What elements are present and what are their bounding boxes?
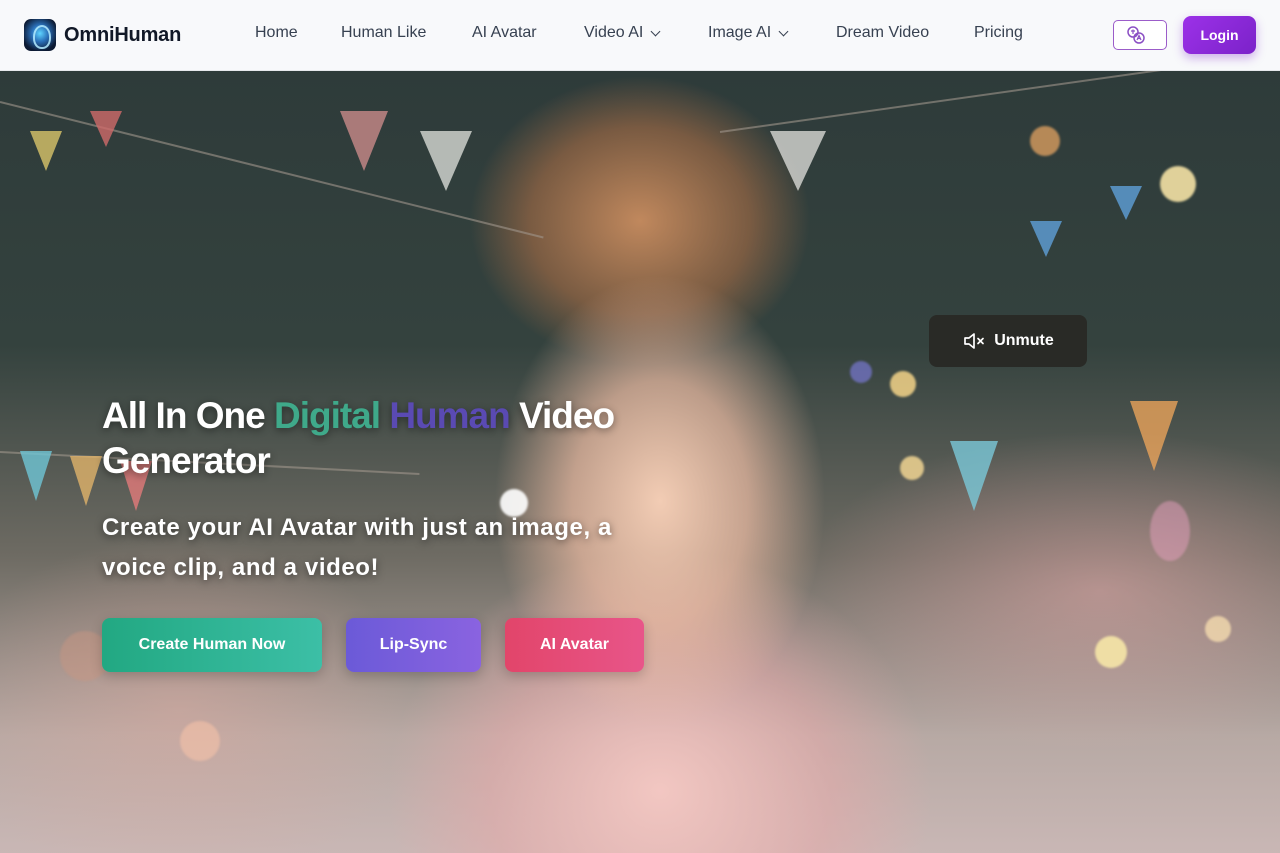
unmute-button[interactable]: Unmute: [929, 315, 1087, 367]
lip-sync-button[interactable]: Lip-Sync: [346, 618, 481, 672]
nav-item-video-ai[interactable]: Video AI: [584, 24, 661, 42]
headline-text: All In One: [102, 395, 274, 436]
brand[interactable]: OmniHuman: [24, 19, 181, 51]
nav-item-label: Pricing: [974, 24, 1023, 41]
nav-item-dream-video[interactable]: Dream Video: [836, 24, 929, 42]
nav-item-label: Home: [255, 24, 298, 41]
language-switcher-button[interactable]: [1113, 20, 1167, 50]
hero-headline: All In One Digital Human Video Generator: [102, 393, 662, 483]
translate-icon: [1127, 26, 1145, 44]
chevron-down-icon: [778, 26, 789, 36]
login-button[interactable]: Login: [1183, 16, 1256, 54]
create-human-button[interactable]: Create Human Now: [102, 618, 322, 672]
headline-highlight-human: Human: [389, 395, 510, 436]
headline-space: [380, 395, 389, 436]
brand-name: OmniHuman: [64, 23, 182, 46]
nav-item-pricing[interactable]: Pricing: [974, 24, 1023, 42]
hero-section: Unmute All In One Digital Human Video Ge…: [0, 71, 1280, 853]
nav-item-label: Dream Video: [836, 24, 930, 41]
nav-item-home[interactable]: Home: [255, 24, 298, 42]
nav-item-label: Image AI: [708, 24, 772, 41]
ai-avatar-button[interactable]: AI Avatar: [505, 618, 644, 672]
headline-highlight-digital: Digital: [273, 395, 381, 436]
top-navbar: OmniHuman Home Human Like AI Avatar Vide…: [0, 0, 1280, 71]
speaker-muted-icon: [964, 333, 985, 349]
nav-item-image-ai[interactable]: Image AI: [708, 24, 789, 42]
hero-subheadline: Create your AI Avatar with just an image…: [102, 514, 612, 581]
unmute-label: Unmute: [994, 332, 1054, 349]
brain-head-icon: [24, 19, 56, 51]
nav-item-label: AI Avatar: [472, 24, 537, 41]
nav-item-label: Video AI: [584, 24, 644, 41]
nav-item-label: Human Like: [341, 24, 427, 41]
nav-item-human-like[interactable]: Human Like: [341, 24, 426, 42]
nav-item-ai-avatar[interactable]: AI Avatar: [472, 24, 537, 42]
chevron-down-icon: [650, 26, 661, 36]
